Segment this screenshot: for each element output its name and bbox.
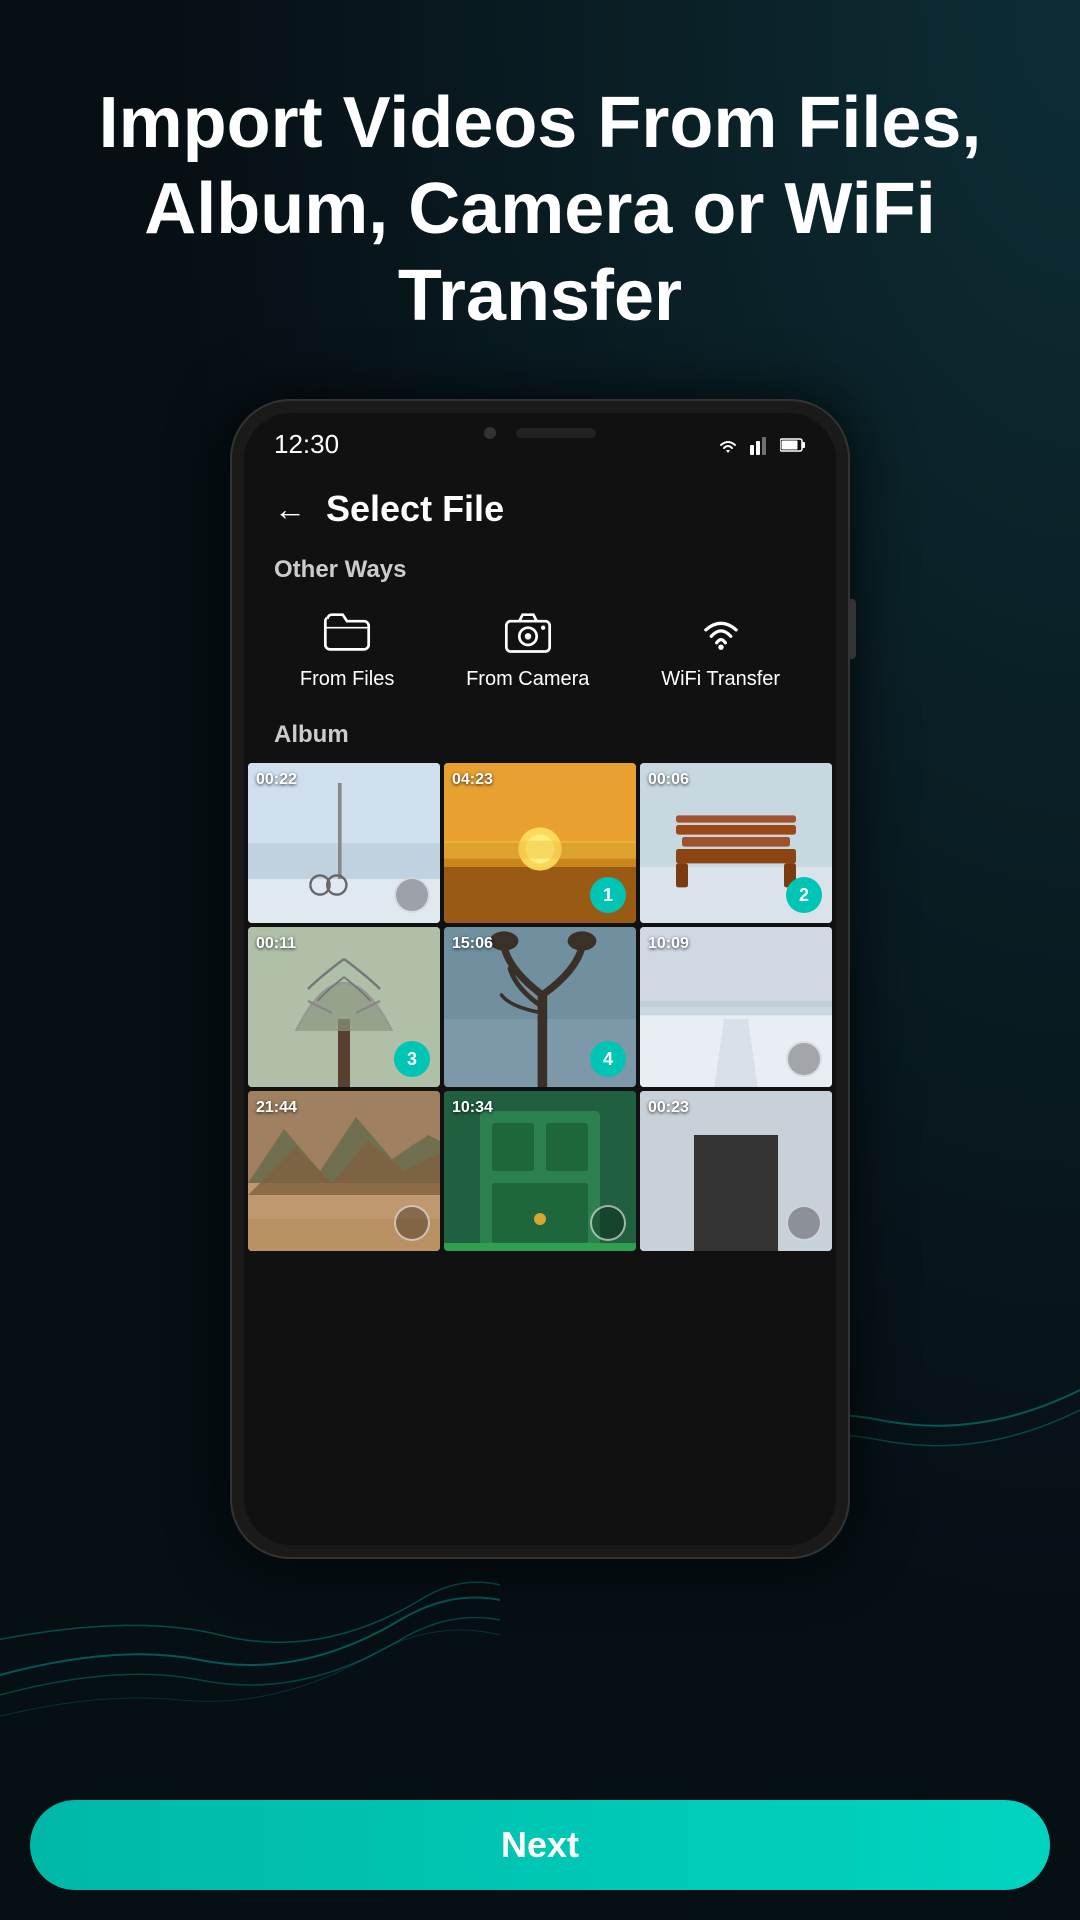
photo-grid: 00:22 [244,763,836,1251]
video-duration-6: 10:09 [648,935,689,953]
page-title: Select File [326,488,504,530]
video-thumbnail-9[interactable]: 00:23 [640,1091,832,1251]
speaker-grille [516,428,596,438]
phone-container: 12:30 [0,399,1080,1559]
title-area: Import Videos From Files, Album, Camera … [0,0,1080,379]
app-content: ← Select File Other Ways From Files [244,468,836,1540]
signal-icon [750,435,770,455]
video-duration-1: 00:22 [256,771,297,789]
wifi-transfer-option[interactable]: WiFi Transfer [661,606,780,691]
selection-badge-9 [786,1205,822,1241]
video-duration-3: 00:06 [648,771,689,789]
phone-notch [484,427,596,439]
battery-icon [780,437,806,453]
video-thumbnail-5[interactable]: 15:06 4 [444,927,636,1087]
video-duration-9: 00:23 [648,1099,689,1117]
status-time: 12:30 [274,429,339,460]
selection-badge-1 [394,877,430,913]
wifi-status-icon [716,435,740,455]
video-thumbnail-4[interactable]: 00:11 3 [248,927,440,1087]
next-button[interactable]: Next [30,1800,1050,1890]
selection-badge-3[interactable]: 2 [786,877,822,913]
from-camera-label: From Camera [466,668,589,691]
video-thumbnail-1[interactable]: 00:22 [248,763,440,923]
video-thumbnail-6[interactable]: 10:09 [640,927,832,1087]
selection-badge-5[interactable]: 4 [590,1041,626,1077]
video-duration-7: 21:44 [256,1099,297,1117]
selection-badge-8 [590,1205,626,1241]
video-thumbnail-7[interactable]: 21:44 [248,1091,440,1251]
video-thumbnail-3[interactable]: 00:06 2 [640,763,832,923]
next-button-container: Next [0,1780,1080,1920]
other-ways-label: Other Ways [244,540,836,596]
album-section-label: Album [244,711,836,763]
phone-side-button [850,599,856,659]
from-files-option[interactable]: From Files [300,606,394,691]
folder-icon [321,606,373,658]
import-options: From Files From Camera [244,596,836,711]
camera-icon [502,606,554,658]
status-icons [716,435,806,455]
phone-outer: 12:30 [230,399,850,1559]
video-duration-4: 00:11 [256,935,296,953]
selection-badge-7 [394,1205,430,1241]
video-thumbnail-8[interactable]: 10:34 [444,1091,636,1251]
status-bar: 12:30 [244,413,836,468]
phone-screen: 12:30 [244,413,836,1545]
wifi-transfer-icon [695,606,747,658]
from-files-label: From Files [300,668,394,691]
app-header: ← Select File [244,468,836,540]
video-duration-8: 10:34 [452,1099,493,1117]
front-camera [484,427,496,439]
video-duration-2: 04:23 [452,771,493,789]
wifi-transfer-label: WiFi Transfer [661,668,780,691]
selection-badge-4[interactable]: 3 [394,1041,430,1077]
selection-badge-2[interactable]: 1 [590,877,626,913]
selection-badge-6 [786,1041,822,1077]
from-camera-option[interactable]: From Camera [466,606,589,691]
video-duration-5: 15:06 [452,935,493,953]
main-title: Import Videos From Files, Album, Camera … [60,80,1020,339]
back-button[interactable]: ← [274,491,306,528]
video-thumbnail-2[interactable]: 04:23 1 [444,763,636,923]
